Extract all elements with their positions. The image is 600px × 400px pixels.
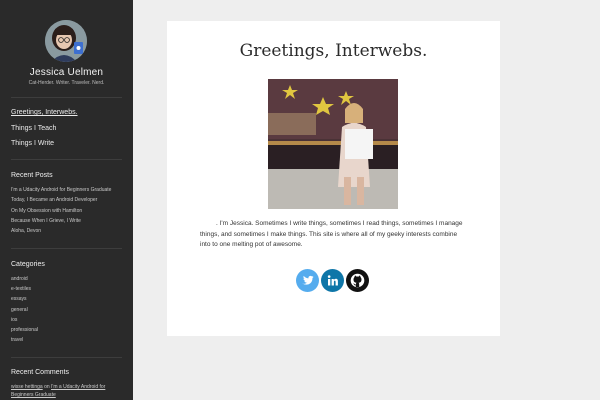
divider	[11, 159, 122, 160]
category-link[interactable]: professional	[11, 326, 129, 336]
categories-title: Categories	[11, 261, 45, 268]
nav-item-greetings[interactable]: Greetings, Interwebs.	[11, 108, 131, 124]
comment-author-link[interactable]: wisse hettinga	[11, 384, 43, 390]
twitter-icon[interactable]	[296, 269, 319, 292]
intro-line: into to one melting pot of awesome.	[200, 241, 303, 248]
intro-paragraph: . I'm Jessica. Sometimes I write things,…	[200, 219, 468, 251]
profile-photo	[268, 79, 398, 209]
recent-post-link[interactable]: Because When I Grieve, I Write	[11, 217, 129, 227]
recent-posts-title: Recent Posts	[11, 172, 53, 179]
recent-post-link[interactable]: I'm a Udacity Android for Beginners Grad…	[11, 186, 129, 196]
site-title[interactable]: Jessica Uelmen	[0, 67, 133, 78]
intro-line: . I'm Jessica. Sometimes I write things,…	[216, 220, 463, 227]
linkedin-icon[interactable]	[321, 269, 344, 292]
content-card: Greetings, Interwebs. . I'm Jessica. Som…	[167, 21, 500, 336]
recent-comments-title: Recent Comments	[11, 369, 69, 376]
avatar[interactable]	[45, 20, 87, 62]
recent-post-link[interactable]: Today, I Became an Android Developer	[11, 196, 129, 206]
main-nav: Greetings, Interwebs. Things I Teach Thi…	[11, 108, 131, 155]
sidebar: Jessica Uelmen Cat-Herder. Writer. Trave…	[0, 0, 133, 400]
recent-comment: wisse hettinga on I'm a Udacity Android …	[11, 383, 129, 399]
intro-line: things, and sometimes I make things. Thi…	[200, 230, 458, 238]
category-link[interactable]: general	[11, 306, 129, 316]
github-icon[interactable]	[346, 269, 369, 292]
category-link[interactable]: essays	[11, 295, 129, 305]
recent-post-link[interactable]: On My Obsession with Hamilton	[11, 207, 129, 217]
comment-post-link[interactable]: I'm a Udacity Android for	[51, 384, 105, 390]
recent-posts-list: I'm a Udacity Android for Beginners Grad…	[11, 186, 129, 237]
divider	[11, 97, 122, 98]
category-link[interactable]: travel	[11, 336, 129, 346]
page-title: Greetings, Interwebs.	[239, 41, 428, 61]
divider	[11, 357, 122, 358]
nav-item-things-i-teach[interactable]: Things I Teach	[11, 124, 131, 140]
comment-on-text: on	[44, 384, 50, 390]
site-description: Cat-Herder. Writer. Traveler. Nerd.	[28, 80, 105, 86]
categories-list: android e-textiles essays general ios pr…	[11, 275, 129, 346]
comment-post-link-cont[interactable]: Beginners Graduate	[11, 391, 129, 399]
category-link[interactable]: ios	[11, 316, 129, 326]
category-link[interactable]: e-textiles	[11, 285, 129, 295]
nav-item-things-i-write[interactable]: Things I Write	[11, 139, 131, 155]
divider	[11, 248, 122, 249]
recent-post-link[interactable]: Aloha, Devon	[11, 227, 129, 237]
category-link[interactable]: android	[11, 275, 129, 285]
